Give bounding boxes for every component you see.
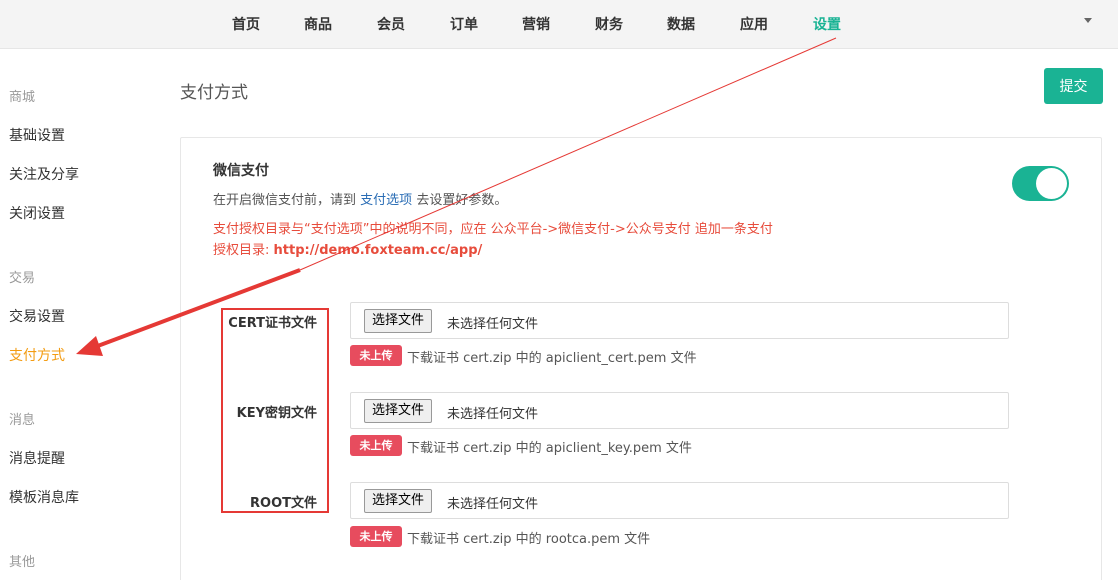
submit-button[interactable]: 提交 xyxy=(1044,68,1103,104)
cert-file-input[interactable]: 选择文件 未选择任何文件 xyxy=(350,302,1009,339)
sidebar-group-mall: 商城 xyxy=(9,90,36,105)
cert-file-status: 未选择任何文件 xyxy=(447,317,539,332)
wechat-pay-description: 在开启微信支付前，请到 支付选项 去设置好参数。 xyxy=(213,189,507,208)
warning-prefix: 授权目录: xyxy=(213,243,274,258)
payment-options-link[interactable]: 支付选项 xyxy=(360,193,412,208)
sidebar-item-basic-settings[interactable]: 基础设置 xyxy=(9,125,65,145)
sidebar-item-payment-methods[interactable]: 支付方式 xyxy=(9,345,65,365)
auth-directory-url: http://demo.foxteam.cc/app/ xyxy=(273,243,483,258)
wechat-pay-toggle[interactable] xyxy=(1012,166,1069,201)
sidebar-group-trade: 交易 xyxy=(9,271,36,286)
nav-item-data[interactable]: 数据 xyxy=(667,14,695,34)
key-file-input[interactable]: 选择文件 未选择任何文件 xyxy=(350,392,1009,429)
root-not-uploaded-badge: 未上传 xyxy=(350,526,402,547)
cert-not-uploaded-badge: 未上传 xyxy=(350,345,402,366)
sidebar: 商城 基础设置 关注及分享 关闭设置 交易 交易设置 支付方式 消息 消息提醒 … xyxy=(0,50,150,580)
sidebar-group-other: 其他 xyxy=(9,555,36,570)
toggle-knob xyxy=(1036,168,1067,199)
nav-item-products[interactable]: 商品 xyxy=(304,14,332,34)
cert-file-hint: 下载证书 cert.zip 中的 apiclient_cert.pem 文件 xyxy=(407,351,697,366)
root-file-status: 未选择任何文件 xyxy=(447,497,539,512)
page-title: 支付方式 xyxy=(180,83,248,103)
auth-directory-warning: 支付授权目录与“支付选项”中的说明不同，应在 公众平台->微信支付->公众号支付… xyxy=(213,219,773,261)
root-choose-file-button[interactable]: 选择文件 xyxy=(364,489,433,513)
chevron-down-icon[interactable] xyxy=(1084,18,1092,23)
sidebar-item-follow-share[interactable]: 关注及分享 xyxy=(9,164,79,184)
sidebar-group-messages: 消息 xyxy=(9,413,36,428)
key-file-status: 未选择任何文件 xyxy=(447,407,539,422)
key-choose-file-button[interactable]: 选择文件 xyxy=(364,399,433,423)
sidebar-item-close-settings[interactable]: 关闭设置 xyxy=(9,203,65,223)
nav-item-marketing[interactable]: 营销 xyxy=(522,14,550,34)
desc-text-after: 去设置好参数。 xyxy=(416,193,508,208)
top-nav: 首页 商品 会员 订单 营销 财务 数据 应用 设置 xyxy=(0,0,1118,49)
sidebar-item-message-reminder[interactable]: 消息提醒 xyxy=(9,448,65,468)
annotation-highlight-box xyxy=(221,308,329,513)
key-file-hint: 下载证书 cert.zip 中的 apiclient_key.pem 文件 xyxy=(407,441,692,456)
nav-item-finance[interactable]: 财务 xyxy=(595,14,623,34)
sidebar-item-trade-settings[interactable]: 交易设置 xyxy=(9,306,65,326)
cert-choose-file-button[interactable]: 选择文件 xyxy=(364,309,433,333)
root-file-input[interactable]: 选择文件 未选择任何文件 xyxy=(350,482,1009,519)
nav-item-apps[interactable]: 应用 xyxy=(740,14,768,34)
nav-item-orders[interactable]: 订单 xyxy=(450,14,478,34)
root-file-hint: 下载证书 cert.zip 中的 rootca.pem 文件 xyxy=(407,532,651,547)
wechat-pay-title: 微信支付 xyxy=(213,163,269,179)
key-not-uploaded-badge: 未上传 xyxy=(350,435,402,456)
nav-item-settings[interactable]: 设置 xyxy=(813,14,841,34)
nav-item-home[interactable]: 首页 xyxy=(232,14,260,34)
nav-item-members[interactable]: 会员 xyxy=(377,14,405,34)
desc-text-before: 在开启微信支付前，请到 xyxy=(213,193,357,208)
sidebar-item-template-library[interactable]: 模板消息库 xyxy=(9,487,79,507)
warning-line-2: 授权目录: http://demo.foxteam.cc/app/ xyxy=(213,240,773,261)
warning-line-1: 支付授权目录与“支付选项”中的说明不同，应在 公众平台->微信支付->公众号支付… xyxy=(213,222,773,237)
